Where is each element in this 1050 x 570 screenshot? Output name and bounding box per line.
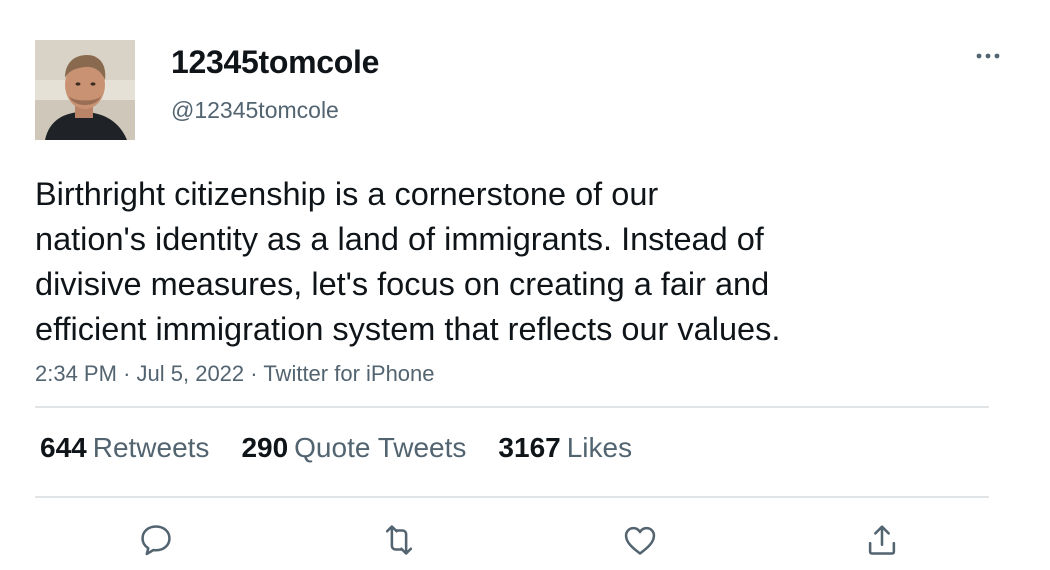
profile-photo-icon (35, 40, 135, 140)
action-bar (0, 518, 1050, 562)
retweets-stat[interactable]: 644 Retweets (40, 432, 209, 464)
tweet-date[interactable]: Jul 5, 2022 (137, 361, 245, 386)
meta-separator: · (250, 361, 258, 386)
tweet-time[interactable]: 2:34 PM (35, 361, 117, 386)
quote-tweets-count: 290 (241, 432, 289, 463)
more-options-button[interactable] (970, 44, 1006, 68)
retweets-label: Retweets (92, 432, 210, 463)
meta-separator: · (123, 361, 131, 386)
retweet-icon (385, 525, 413, 555)
share-icon (868, 525, 896, 555)
tweet-stats: 644 Retweets 290 Quote Tweets 3167 Likes (40, 432, 632, 464)
more-dots-icon (976, 53, 1000, 59)
share-button[interactable] (860, 518, 904, 562)
likes-stat[interactable]: 3167 Likes (498, 432, 632, 464)
tweet-source[interactable]: Twitter for iPhone (263, 361, 434, 386)
like-button[interactable] (618, 518, 662, 562)
reply-icon (141, 525, 171, 556)
quote-tweets-stat[interactable]: 290 Quote Tweets (241, 432, 466, 464)
divider (35, 496, 989, 498)
display-name[interactable]: 12345tomcole (171, 44, 379, 81)
avatar[interactable] (35, 40, 135, 140)
heart-icon (624, 526, 656, 555)
tweet-meta: 2:34 PM · Jul 5, 2022 · Twitter for iPho… (35, 361, 435, 387)
reply-button[interactable] (134, 518, 178, 562)
user-handle[interactable]: @12345tomcole (171, 97, 339, 124)
retweet-button[interactable] (377, 518, 421, 562)
quote-tweets-label: Quote Tweets (294, 432, 467, 463)
tweet-text: Birthright citizenship is a cornerstone … (35, 176, 781, 347)
divider (35, 406, 989, 408)
retweets-count: 644 (40, 432, 87, 463)
likes-label: Likes (566, 432, 633, 463)
tweet-card: 12345tomcole @12345tomcole Birthright ci… (0, 0, 1050, 570)
likes-count: 3167 (498, 432, 561, 463)
